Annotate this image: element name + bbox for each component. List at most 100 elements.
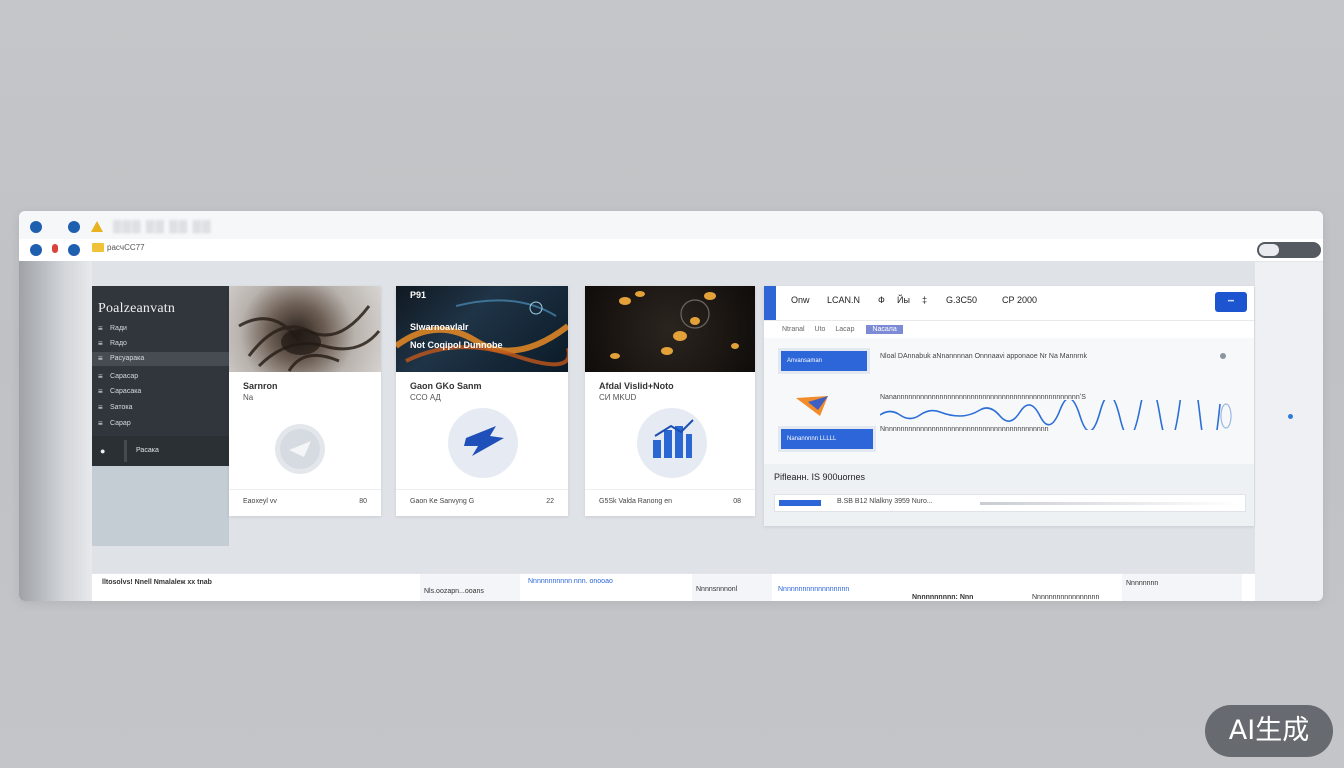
reload-button[interactable]: [68, 244, 80, 256]
creature-illustration: [238, 305, 381, 372]
bottom-cell-text: Nnnnsnnnonl: [696, 586, 738, 593]
card-title: Gaon GKo Sanm: [410, 381, 482, 391]
tab-f[interactable]: Ф: [878, 295, 885, 305]
bottom-cell-text: Nnnnnnnn: [1126, 580, 1159, 587]
bottom-cell-text: Nls.oozapn...ooans: [424, 588, 484, 595]
bottom-cell[interactable]: lltosolvs! Nnell Nmalalеж хх tnab: [102, 574, 412, 601]
progress-fade: [980, 502, 1240, 505]
sidebar-footer[interactable]: ● Расака: [92, 436, 229, 466]
card-title: Sarnron: [243, 381, 278, 391]
toggle-knob: [1259, 244, 1279, 256]
card-count: 80: [359, 498, 367, 505]
bottom-cell-text: Nnnnnnnnnnn nnn. onooao: [528, 578, 613, 585]
address-bar: pаcчСС77: [19, 239, 1323, 262]
close-window-button[interactable]: [30, 221, 42, 233]
card-title: Afdal Vislid+Noto: [599, 381, 674, 391]
ai-generated-badge: AI生成: [1205, 705, 1333, 757]
stats-row[interactable]: B.SB B12 Nlalkny 3959 Nuro...: [774, 494, 1246, 512]
tab-dagger[interactable]: ‡: [922, 295, 927, 305]
bottom-cell[interactable]: Nls.oozapn...ooans: [420, 574, 520, 601]
sidebar-footer-label: Расака: [136, 447, 159, 454]
bottom-cell-text: lltosolvs! Nnell Nmalalеж хх tnab: [102, 579, 212, 586]
back-button[interactable]: [30, 244, 42, 256]
sidebar-item-label: Sатока: [110, 404, 133, 411]
card-image-caption: Slwarnoavlalr Not Coqipol Dunnobe: [410, 322, 503, 350]
bottom-cell-text: Nnnnnnnnnnnnnnnnnn: [778, 586, 850, 593]
bottom-cell[interactable]: Nnnnnnnnnn: Nnn: [910, 574, 1020, 601]
card-image-number: P91: [410, 290, 427, 300]
analytics-arrow-icon: [448, 408, 518, 478]
send-plane-icon: [796, 396, 828, 416]
pin-icon[interactable]: [52, 244, 58, 253]
tab-overview[interactable]: Onw: [791, 295, 810, 305]
card-image: P91 Slwarnoavlalr Not Coqipol Dunnobe: [396, 286, 568, 372]
subtab[interactable]: Lасар: [835, 326, 854, 333]
theme-toggle[interactable]: [1257, 242, 1321, 258]
bottom-cell[interactable]: Nnnnnnnn: [1122, 574, 1242, 601]
card-count: 08: [733, 498, 741, 505]
sidebar-item[interactable]: ≡ Сарасар: [92, 370, 229, 384]
minimize-window-button[interactable]: [68, 221, 80, 233]
sidebar-item[interactable]: ≡ Rади: [92, 322, 229, 336]
bottom-cell[interactable]: Nnnnsnnnonl: [692, 574, 772, 601]
bottom-cell[interactable]: Nnnnnnnnnnn nnn. onooao: [528, 574, 678, 601]
summary-text: Nloal DAnnabuk aNnannnnan Onnnaavi appon…: [880, 353, 1088, 360]
divider: [124, 440, 127, 462]
menu-icon: ≡: [98, 354, 103, 363]
media-card[interactable]: Sarnron Na Eaoxeyl vv 80: [229, 286, 381, 516]
send-icon: [275, 424, 325, 474]
card-footer-label: G5Sk Valda Ranong en: [599, 498, 673, 505]
menu-icon: ≡: [98, 372, 103, 381]
tab-g350[interactable]: G.3C50: [946, 295, 977, 305]
warning-icon: [91, 221, 103, 232]
card-footer: Gaon Ke Sanvyng G 22: [396, 489, 568, 516]
menu-icon: ≡: [98, 324, 103, 333]
stats-chip: [779, 500, 821, 506]
main-content: Poalzeanvatn ≡ Rади ≡ Rадо ≡ Pасуарака ≡ Сар…: [92, 261, 1255, 601]
status-badge[interactable]: Nanannnnn LLLLL: [778, 426, 876, 452]
card-image: [229, 286, 381, 372]
info-dot-icon: [1220, 353, 1226, 359]
menu-icon: ≡: [98, 387, 103, 396]
bottom-strip: lltosolvs! Nnell Nmalalеж хх tnab Nls.oo…: [92, 573, 1255, 601]
panel-action-button[interactable]: •••: [1215, 292, 1247, 312]
card-footer: G5Sk Valda Ranong en 08: [585, 489, 755, 516]
sidebar-item-label: Сарар: [110, 420, 131, 427]
sidebar-item-selected[interactable]: ≡ Pасуарака: [92, 352, 229, 366]
card-footer-label: Gaon Ke Sanvyng G: [410, 498, 475, 505]
menu-icon: ≡: [98, 403, 103, 412]
bottom-cell[interactable]: Nnnnnnnnnnnnnnnnnn: [778, 574, 898, 601]
sidebar-item-label: Rадо: [110, 340, 127, 347]
card-footer: Eaoxeyl vv 80: [229, 489, 381, 516]
media-card[interactable]: P91 Slwarnoavlalr Not Coqipol Dunnobe Ga…: [396, 286, 568, 516]
media-card[interactable]: Afdal Vislid+Noto СИ MKUD G5Sk Valda Ran…: [585, 286, 755, 516]
stats-header: Piflеанн. IS 900uornes: [774, 472, 865, 482]
subtab-bar: Ntranal Uto Lасар Nасала: [782, 325, 903, 334]
stats-text: B.SB B12 Nlalkny 3959 Nuro...: [837, 498, 933, 505]
sidebar: Poalzeanvatn ≡ Rади ≡ Rадо ≡ Pасуарака ≡ Сар…: [92, 286, 229, 466]
subtab[interactable]: Ntranal: [782, 326, 805, 333]
url-text[interactable]: pаcчСС77: [107, 243, 145, 252]
location-dot-icon: [1288, 414, 1293, 419]
sidebar-item[interactable]: ≡ Sатока: [92, 401, 229, 415]
sidebar-item-label: Pасуарака: [110, 355, 145, 362]
sidebar-item[interactable]: ≡ Rадо: [92, 337, 229, 351]
bottom-cell[interactable]: Nnnnnnnnnnnnnnnnn: [1030, 574, 1110, 601]
subtab[interactable]: Uto: [815, 326, 826, 333]
tab-cp2000[interactable]: СР 2000: [1002, 295, 1037, 305]
menu-icon: ≡: [98, 339, 103, 348]
bar-chart-icon: [637, 408, 707, 478]
card-subtitle: СИ MKUD: [599, 393, 637, 402]
status-badge[interactable]: Anvansaman: [778, 348, 870, 374]
sidebar-item[interactable]: ≡ Сарасака: [92, 385, 229, 399]
sidebar-item[interactable]: ≡ Сарар: [92, 417, 229, 431]
card-count: 22: [546, 498, 554, 505]
subtab-selected[interactable]: Nасала: [866, 325, 903, 334]
gear-icon: ●: [100, 446, 106, 456]
card-subtitle: ССО АД: [410, 393, 441, 402]
tab-loans[interactable]: LCAN.N: [827, 295, 860, 305]
divider: [764, 320, 1254, 321]
stats-section: Piflеанн. IS 900uornes B.SB B12 Nlalkny …: [764, 464, 1254, 526]
tab-by[interactable]: Йы: [897, 295, 910, 305]
card-footer-label: Eaoxeyl vv: [243, 498, 277, 505]
